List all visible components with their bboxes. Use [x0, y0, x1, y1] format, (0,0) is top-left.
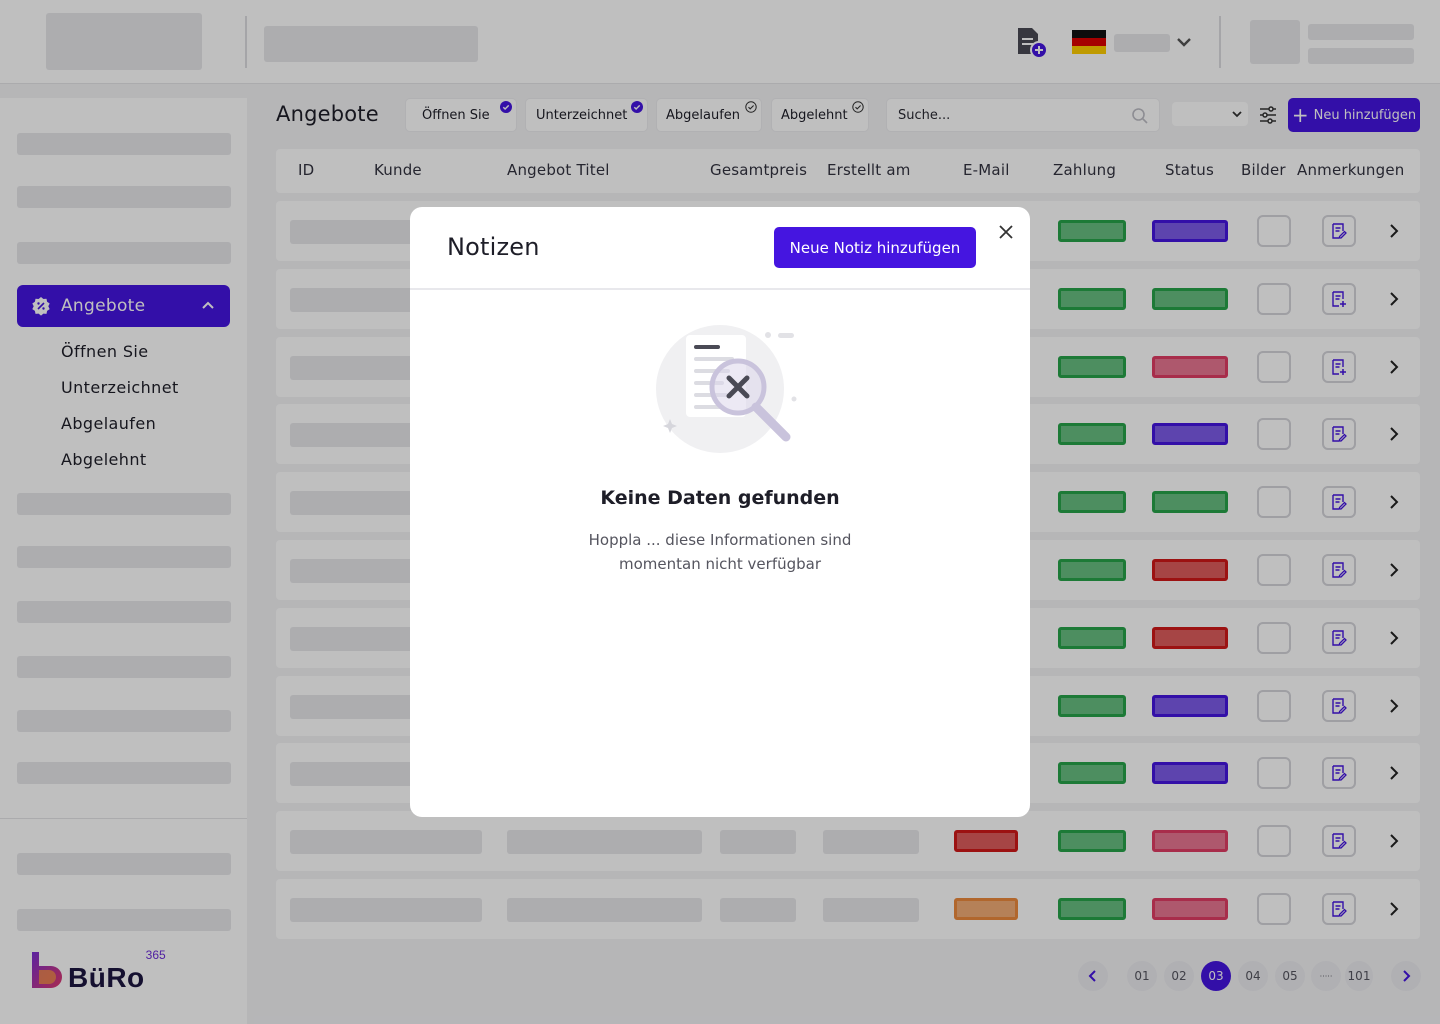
empty-state-message: Hoppla ... diese Informationen sind mome… [588, 531, 852, 573]
modal-divider [410, 288, 1030, 290]
empty-state-illustration [656, 325, 797, 453]
notes-modal: Notizen Neue Notiz hinzufügen Keine Date… [410, 207, 1030, 817]
add-note-button[interactable]: Neue Notiz hinzufügen [774, 227, 976, 268]
empty-state-title: Keine Daten gefunden [600, 487, 840, 509]
modal-title: Notizen [447, 233, 540, 261]
close-icon[interactable] [996, 222, 1016, 242]
